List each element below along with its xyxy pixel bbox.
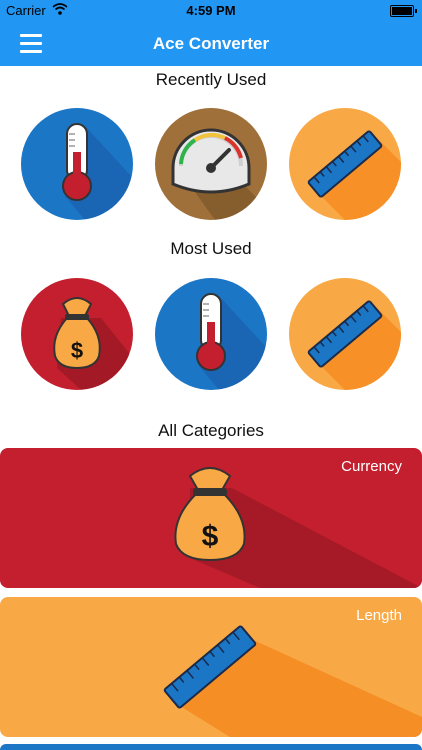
category-card-partial[interactable]: [0, 744, 422, 750]
speedometer-icon: [171, 128, 267, 220]
recent-item-temperature[interactable]: [21, 108, 133, 220]
navigation-bar: Ace Converter: [0, 22, 422, 66]
money-bag-icon: $: [174, 467, 422, 588]
svg-text:$: $: [202, 520, 219, 553]
battery-icon: [390, 5, 417, 17]
most-item-temperature[interactable]: [155, 278, 267, 390]
recent-item-speed[interactable]: [155, 108, 267, 220]
app-title: Ace Converter: [152, 34, 270, 53]
recently-used-heading: Recently Used: [155, 70, 267, 89]
ruler-icon: [307, 300, 401, 390]
most-item-currency[interactable]: $: [21, 278, 133, 390]
status-bar: Carrier 4:59 PM: [0, 0, 422, 22]
most-item-length[interactable]: [289, 278, 401, 390]
most-used-heading: Most Used: [170, 239, 252, 258]
svg-text:$: $: [71, 338, 83, 363]
all-categories-heading: All Categories: [158, 421, 264, 440]
ruler-icon: [163, 625, 422, 737]
recent-item-length[interactable]: [289, 108, 401, 220]
thermometer-icon: [196, 293, 267, 390]
category-card-length[interactable]: Length: [0, 597, 422, 737]
category-card-currency[interactable]: Currency $: [0, 448, 422, 588]
ruler-icon: [307, 130, 401, 220]
thermometer-icon: [62, 123, 133, 220]
clock: 4:59 PM: [186, 3, 236, 18]
money-bag-icon: $: [53, 297, 133, 390]
